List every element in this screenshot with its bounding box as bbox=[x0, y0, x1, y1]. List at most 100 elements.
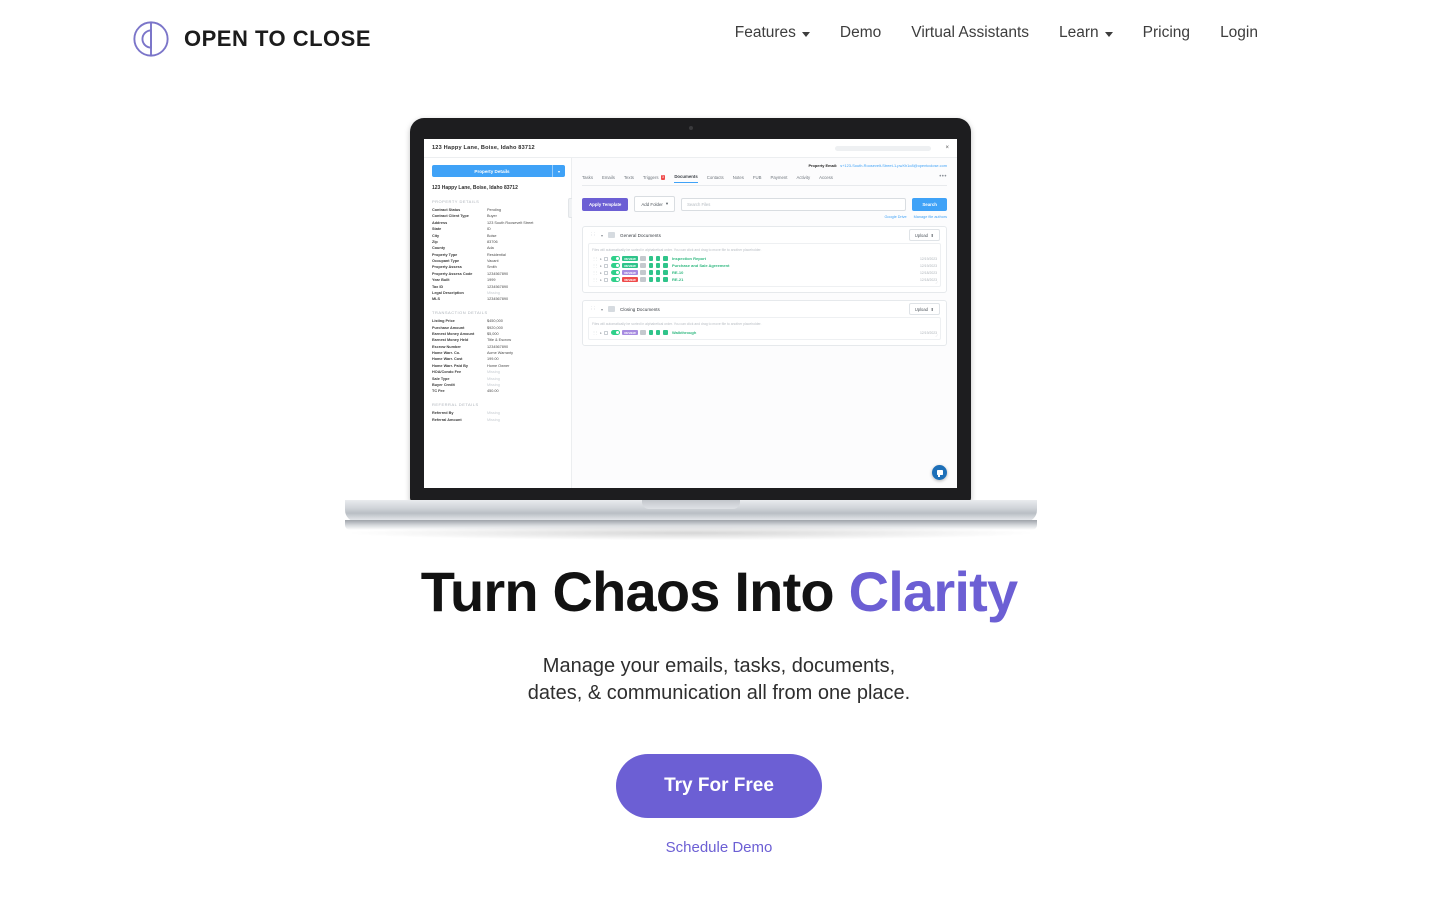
nav-item-learn[interactable]: Learn bbox=[1059, 24, 1113, 42]
field-value[interactable]: Ada bbox=[487, 246, 565, 252]
drag-handle-icon[interactable]: ⋮⋮ bbox=[589, 232, 597, 238]
field-value[interactable]: 83706 bbox=[487, 240, 565, 246]
schedule-demo-link[interactable]: Schedule Demo bbox=[0, 839, 1438, 856]
field-value[interactable]: Missing bbox=[487, 411, 565, 417]
document-name[interactable]: RE-10 bbox=[672, 270, 918, 275]
field-value[interactable]: $920,000 bbox=[487, 326, 565, 332]
row-action-icon[interactable] bbox=[662, 270, 668, 275]
row-action-icon[interactable] bbox=[655, 263, 661, 268]
row-action-icon[interactable] bbox=[640, 270, 647, 275]
row-action-icon[interactable] bbox=[640, 277, 647, 282]
row-action-icon[interactable] bbox=[648, 256, 654, 261]
nav-item-pricing[interactable]: Pricing bbox=[1143, 24, 1190, 42]
field-value[interactable]: Acme Warranty bbox=[487, 351, 565, 357]
document-name[interactable]: Walkthrough bbox=[672, 330, 918, 335]
row-action-icon[interactable] bbox=[662, 277, 668, 282]
row-checkbox[interactable] bbox=[604, 270, 609, 275]
field-value[interactable]: $450,000 bbox=[487, 319, 565, 325]
drag-handle-icon[interactable]: ⋮⋮ bbox=[592, 330, 599, 335]
row-action-icon[interactable] bbox=[648, 277, 654, 282]
nav-item-features[interactable]: Features bbox=[735, 24, 810, 42]
chevron-down-icon[interactable]: ▾ bbox=[601, 307, 603, 312]
chat-bubble-icon[interactable] bbox=[932, 465, 947, 480]
folder-header[interactable]: ⋮⋮ ▾ General Documents Upload ⬆ bbox=[583, 227, 946, 243]
tab-access[interactable]: Access bbox=[819, 175, 833, 183]
field-value[interactable]: 450.00 bbox=[487, 389, 565, 395]
field-value[interactable]: Residential bbox=[487, 253, 565, 259]
chevron-down-icon[interactable]: ▾ bbox=[552, 165, 565, 177]
field-value[interactable]: 123 South Roosevelt Street bbox=[487, 221, 565, 227]
field-value[interactable]: 1234567890 bbox=[487, 297, 565, 303]
row-action-icon[interactable] bbox=[655, 270, 661, 275]
document-row[interactable]: ⋮⋮ ▸ REVIEW RE-10 12/18/2023 bbox=[592, 269, 937, 276]
row-action-icon[interactable] bbox=[648, 270, 654, 275]
chevron-right-icon[interactable]: ▸ bbox=[600, 278, 602, 282]
row-toggle[interactable] bbox=[610, 330, 620, 335]
field-value[interactable]: Buyer bbox=[487, 214, 565, 220]
field-value[interactable]: Missing bbox=[487, 291, 565, 297]
brand-logo[interactable]: OPEN TO CLOSE bbox=[132, 20, 371, 58]
document-name[interactable]: Inspection Report bbox=[672, 256, 918, 261]
upload-button[interactable]: Upload ⬆ bbox=[908, 303, 940, 315]
util-link[interactable]: Manage file authors bbox=[914, 215, 947, 219]
chevron-right-icon[interactable]: ▸ bbox=[600, 271, 602, 275]
search-button[interactable]: Search bbox=[912, 197, 947, 211]
field-value[interactable]: 1999 bbox=[487, 278, 565, 284]
util-link[interactable]: Google Drive bbox=[884, 215, 906, 219]
property-email-value[interactable]: s+123-South-Roosevelt-Street-1-pwXh1o8@o… bbox=[840, 163, 947, 168]
tab-notes[interactable]: Notes bbox=[733, 175, 744, 183]
field-value[interactable]: 1234567890 bbox=[487, 345, 565, 351]
property-details-button[interactable]: Property Details ▾ bbox=[432, 165, 565, 177]
row-action-icon[interactable] bbox=[655, 256, 661, 261]
tab-texts[interactable]: Texts bbox=[624, 175, 634, 183]
field-value[interactable]: Title & Escrow bbox=[487, 338, 565, 344]
field-value[interactable]: Vacant bbox=[487, 259, 565, 265]
document-row[interactable]: ⋮⋮ ▸ REVIEW Inspection Report 12/19/2023 bbox=[592, 255, 937, 262]
field-value[interactable]: 1234567890 bbox=[487, 272, 565, 278]
row-toggle[interactable] bbox=[610, 263, 620, 268]
row-checkbox[interactable] bbox=[604, 263, 609, 268]
row-checkbox[interactable] bbox=[604, 277, 609, 282]
field-value[interactable]: Boise bbox=[487, 234, 565, 240]
row-action-icon[interactable] bbox=[655, 330, 661, 335]
drag-handle-icon[interactable]: ⋮⋮ bbox=[592, 277, 599, 282]
row-action-icon[interactable] bbox=[655, 277, 661, 282]
drag-handle-icon[interactable]: ⋮⋮ bbox=[592, 270, 599, 275]
tab-contacts[interactable]: Contacts bbox=[707, 175, 724, 183]
field-value[interactable]: Pending bbox=[487, 208, 565, 214]
tab-activity[interactable]: Activity bbox=[797, 175, 811, 183]
drag-handle-icon[interactable]: ⋮⋮ bbox=[592, 263, 599, 268]
tab-emails[interactable]: Emails bbox=[602, 175, 615, 183]
chevron-right-icon[interactable]: ▸ bbox=[600, 257, 602, 261]
row-action-icon[interactable] bbox=[662, 263, 668, 268]
folder-header[interactable]: ⋮⋮ ▾ Closing Documents Upload ⬆ bbox=[583, 301, 946, 317]
row-toggle[interactable] bbox=[610, 277, 620, 282]
field-value[interactable]: Missing bbox=[487, 370, 565, 376]
row-toggle[interactable] bbox=[610, 256, 620, 261]
document-row[interactable]: ⋮⋮ ▸ REVIEW RE-21 12/18/2023 bbox=[592, 276, 937, 283]
tab-payment[interactable]: Payment bbox=[771, 175, 788, 183]
field-value[interactable]: 1234567890 bbox=[487, 285, 565, 291]
document-row[interactable]: ⋮⋮ ▸ REVIEW Purchase and Sale Agreement 12/1… bbox=[592, 262, 937, 269]
document-name[interactable]: RE-21 bbox=[672, 277, 918, 282]
document-name[interactable]: Purchase and Sale Agreement bbox=[672, 263, 918, 268]
field-value[interactable]: Missing bbox=[487, 383, 565, 389]
tab-fub[interactable]: FUB bbox=[753, 175, 762, 183]
chevron-right-icon[interactable]: ▸ bbox=[600, 264, 602, 268]
drag-handle-icon[interactable]: ⋮⋮ bbox=[592, 256, 599, 261]
chevron-down-icon[interactable]: ▾ bbox=[601, 233, 603, 238]
field-value[interactable]: $5,000 bbox=[487, 332, 565, 338]
row-checkbox[interactable] bbox=[604, 256, 609, 261]
row-action-icon[interactable] bbox=[662, 330, 668, 335]
row-action-icon[interactable] bbox=[648, 330, 654, 335]
nav-item-demo[interactable]: Demo bbox=[840, 24, 881, 42]
try-for-free-button[interactable]: Try For Free bbox=[616, 754, 822, 819]
drag-handle-icon[interactable]: ⋮⋮ bbox=[589, 306, 597, 312]
field-value[interactable]: Missing bbox=[487, 418, 565, 424]
chevron-right-icon[interactable]: ▸ bbox=[600, 331, 602, 335]
row-action-icon[interactable] bbox=[640, 330, 647, 335]
field-value[interactable]: Smith bbox=[487, 265, 565, 271]
tab-tasks[interactable]: Tasks bbox=[582, 175, 593, 183]
tab-documents[interactable]: Documents bbox=[674, 174, 698, 183]
field-value[interactable]: Home Owner bbox=[487, 364, 565, 370]
